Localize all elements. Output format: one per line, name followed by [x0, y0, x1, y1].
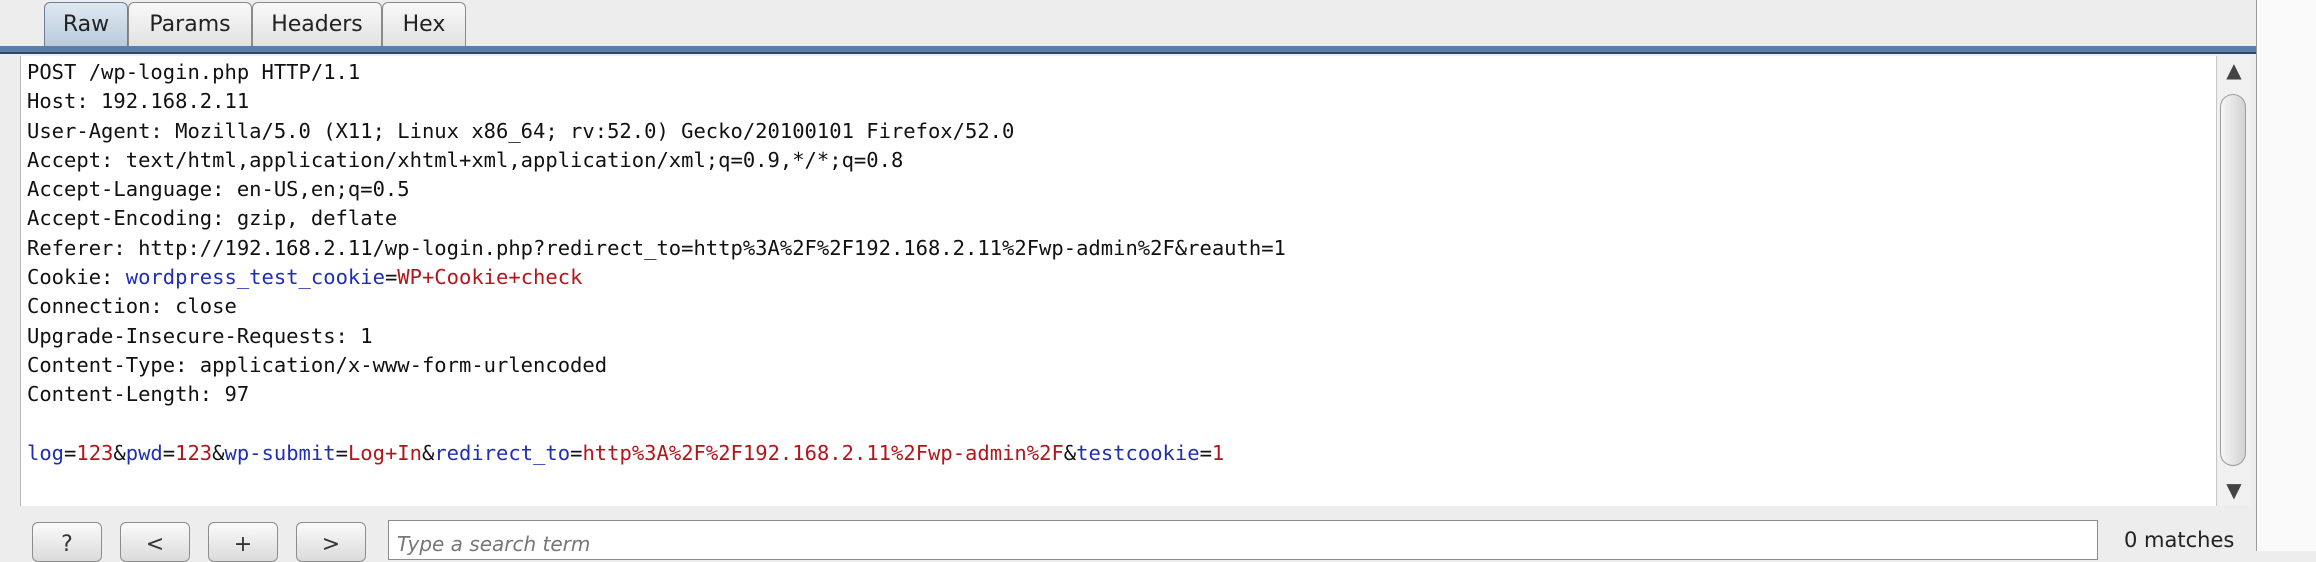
- search-input[interactable]: [388, 520, 2098, 560]
- header-line-cookie: Cookie: wordpress_test_cookie=WP+Cookie+…: [27, 263, 1286, 292]
- body-param-value: 1: [1211, 440, 1225, 465]
- search-bar: ? < + > 0 matches: [0, 506, 2256, 562]
- param-separator: &: [113, 440, 126, 465]
- cookie-equals: =: [384, 265, 398, 290]
- raw-request-text[interactable]: POST /wp-login.php HTTP/1.1 Host: 192.168…: [27, 58, 1286, 468]
- param-separator: &: [422, 440, 435, 465]
- header-line-accept-encoding: Accept-Encoding: gzip, deflate: [27, 206, 398, 231]
- body-param-name: log: [27, 440, 65, 465]
- raw-request-editor[interactable]: POST /wp-login.php HTTP/1.1 Host: 192.168…: [20, 56, 2217, 506]
- body-param-name: pwd: [125, 440, 163, 465]
- tab-underline-edge: [0, 52, 2256, 54]
- vertical-scrollbar[interactable]: ▲ ▼: [2216, 56, 2251, 506]
- param-equals: =: [162, 440, 176, 465]
- header-line-host: Host: 192.168.2.11: [27, 89, 250, 114]
- body-param-name: redirect_to: [434, 440, 571, 465]
- window-edge: [2256, 0, 2316, 551]
- body-param-value: http%3A%2F%2F192.168.2.11%2Fwp-admin%2F: [582, 440, 1064, 465]
- scrollbar-thumb[interactable]: [2220, 94, 2246, 466]
- request-line: POST /wp-login.php HTTP/1.1: [27, 60, 361, 84]
- body-param-value: 123: [76, 440, 114, 465]
- cookie-param-value: WP+Cookie+check: [397, 265, 583, 290]
- header-line-content-length: Content-Length: 97: [27, 382, 250, 407]
- help-button[interactable]: ?: [32, 522, 102, 562]
- param-equals: =: [1199, 440, 1212, 465]
- cookie-header-name: Cookie:: [27, 265, 126, 290]
- header-line-user-agent: User-Agent: Mozilla/5.0 (X11; Linux x86_…: [27, 118, 1015, 143]
- tab-bar: Raw Params Headers Hex: [0, 0, 2256, 56]
- next-match-button[interactable]: >: [296, 522, 366, 562]
- scroll-up-arrow-icon[interactable]: ▲: [2217, 56, 2251, 84]
- header-line-upgrade-insecure: Upgrade-Insecure-Requests: 1: [27, 323, 373, 348]
- param-separator: &: [212, 440, 225, 465]
- previous-match-button[interactable]: <: [120, 522, 190, 562]
- header-line-content-type: Content-Type: application/x-www-form-url…: [27, 352, 608, 377]
- param-separator: &: [1063, 440, 1077, 465]
- header-line-referer: Referer: http://192.168.2.11/wp-login.ph…: [27, 235, 1286, 260]
- param-equals: =: [335, 440, 348, 465]
- tab-params[interactable]: Params: [128, 2, 252, 46]
- tab-hex[interactable]: Hex: [382, 2, 466, 46]
- add-search-option-button[interactable]: +: [208, 522, 278, 562]
- cookie-param-name: wordpress_test_cookie: [125, 265, 385, 290]
- message-editor-panel: Raw Params Headers Hex POST /wp-login.ph…: [0, 0, 2256, 562]
- body-param-value: Log+In: [347, 440, 422, 465]
- body-param-value: 123: [175, 440, 213, 465]
- tab-headers[interactable]: Headers: [252, 2, 382, 46]
- scroll-down-arrow-icon[interactable]: ▼: [2217, 476, 2251, 504]
- body-param-name: testcookie: [1076, 440, 1200, 465]
- body-param-name: wp-submit: [224, 440, 336, 465]
- header-line-accept: Accept: text/html,application/xhtml+xml,…: [27, 147, 904, 172]
- param-equals: =: [570, 440, 583, 465]
- param-equals: =: [64, 440, 77, 465]
- request-body-line: log=123&pwd=123&wp-submit=Log+In&redirec…: [27, 439, 1286, 468]
- tab-raw[interactable]: Raw: [44, 2, 128, 46]
- header-line-accept-language: Accept-Language: en-US,en;q=0.5: [27, 177, 410, 202]
- header-line-connection: Connection: close: [27, 294, 237, 319]
- match-count: 0 matches: [2124, 528, 2235, 552]
